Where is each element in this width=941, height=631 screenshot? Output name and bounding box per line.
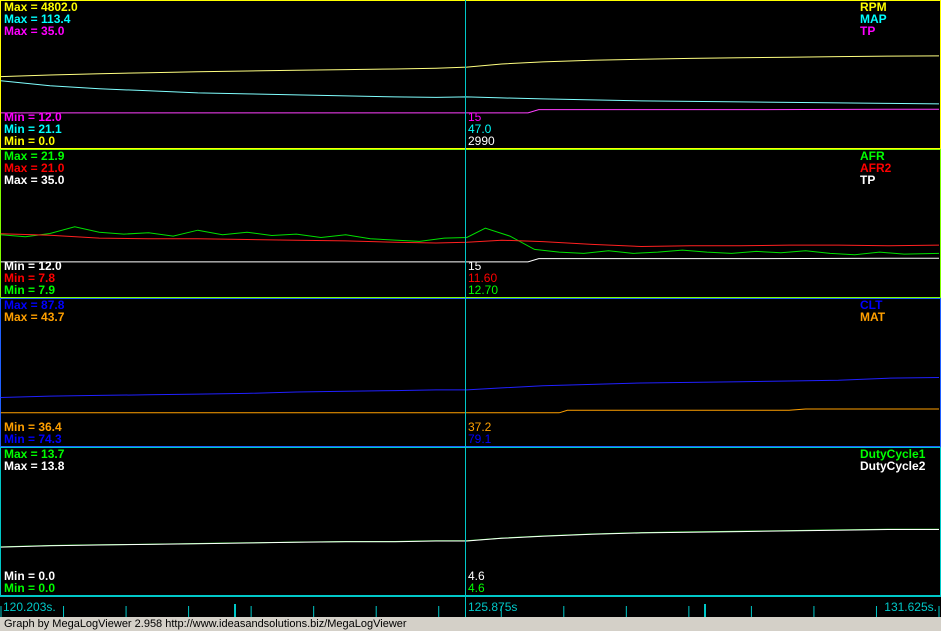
panel-1-cursor-value: 2990 <box>468 134 495 148</box>
panel-3-cursor-value: 79.1 <box>468 432 492 446</box>
panel-3-min-label: Min = 74.3 <box>4 432 62 446</box>
time-cursor-label: 125.875s <box>468 600 517 614</box>
panel-2-min-label: Min = 7.9 <box>4 283 55 297</box>
panel-3-series-mat-line <box>0 408 939 414</box>
panel-1-legend-tp: TP <box>860 24 875 38</box>
panel-1-series-rpm-line <box>0 55 940 78</box>
footer-credit: Graph by MegaLogViewer 2.958 http://www.… <box>0 617 941 631</box>
panel-3-legend-mat: MAT <box>860 310 886 324</box>
panel-1-min-label: Min = 0.0 <box>4 134 55 148</box>
time-end-label: 131.625s. <box>884 600 937 614</box>
panel-1-max-label: Max = 35.0 <box>4 24 65 38</box>
log-graph[interactable]: Max = 4802.0Max = 113.4Max = 35.0Min = 1… <box>0 0 941 617</box>
panel-1-series-map-line <box>0 80 940 105</box>
panel-4-min-label: Min = 0.0 <box>4 581 55 595</box>
panel-2-series-afr-line <box>0 226 940 256</box>
panel-2-max-label: Max = 35.0 <box>4 173 65 187</box>
panel-2-legend-tp: TP <box>860 173 875 187</box>
panel-3-series-clt-line <box>0 377 940 398</box>
panel-4-max-label: Max = 13.8 <box>4 459 65 473</box>
panel-4-legend-dutycycle2: DutyCycle2 <box>860 459 926 473</box>
panel-4-series-dutycycle2-line <box>0 529 939 548</box>
panel-3-max-label: Max = 43.7 <box>4 310 65 324</box>
panel-4-cursor-value: 4.6 <box>468 581 485 595</box>
time-start-label: 120.203s. <box>3 600 56 614</box>
panel-2-cursor-value: 12.70 <box>468 283 498 297</box>
